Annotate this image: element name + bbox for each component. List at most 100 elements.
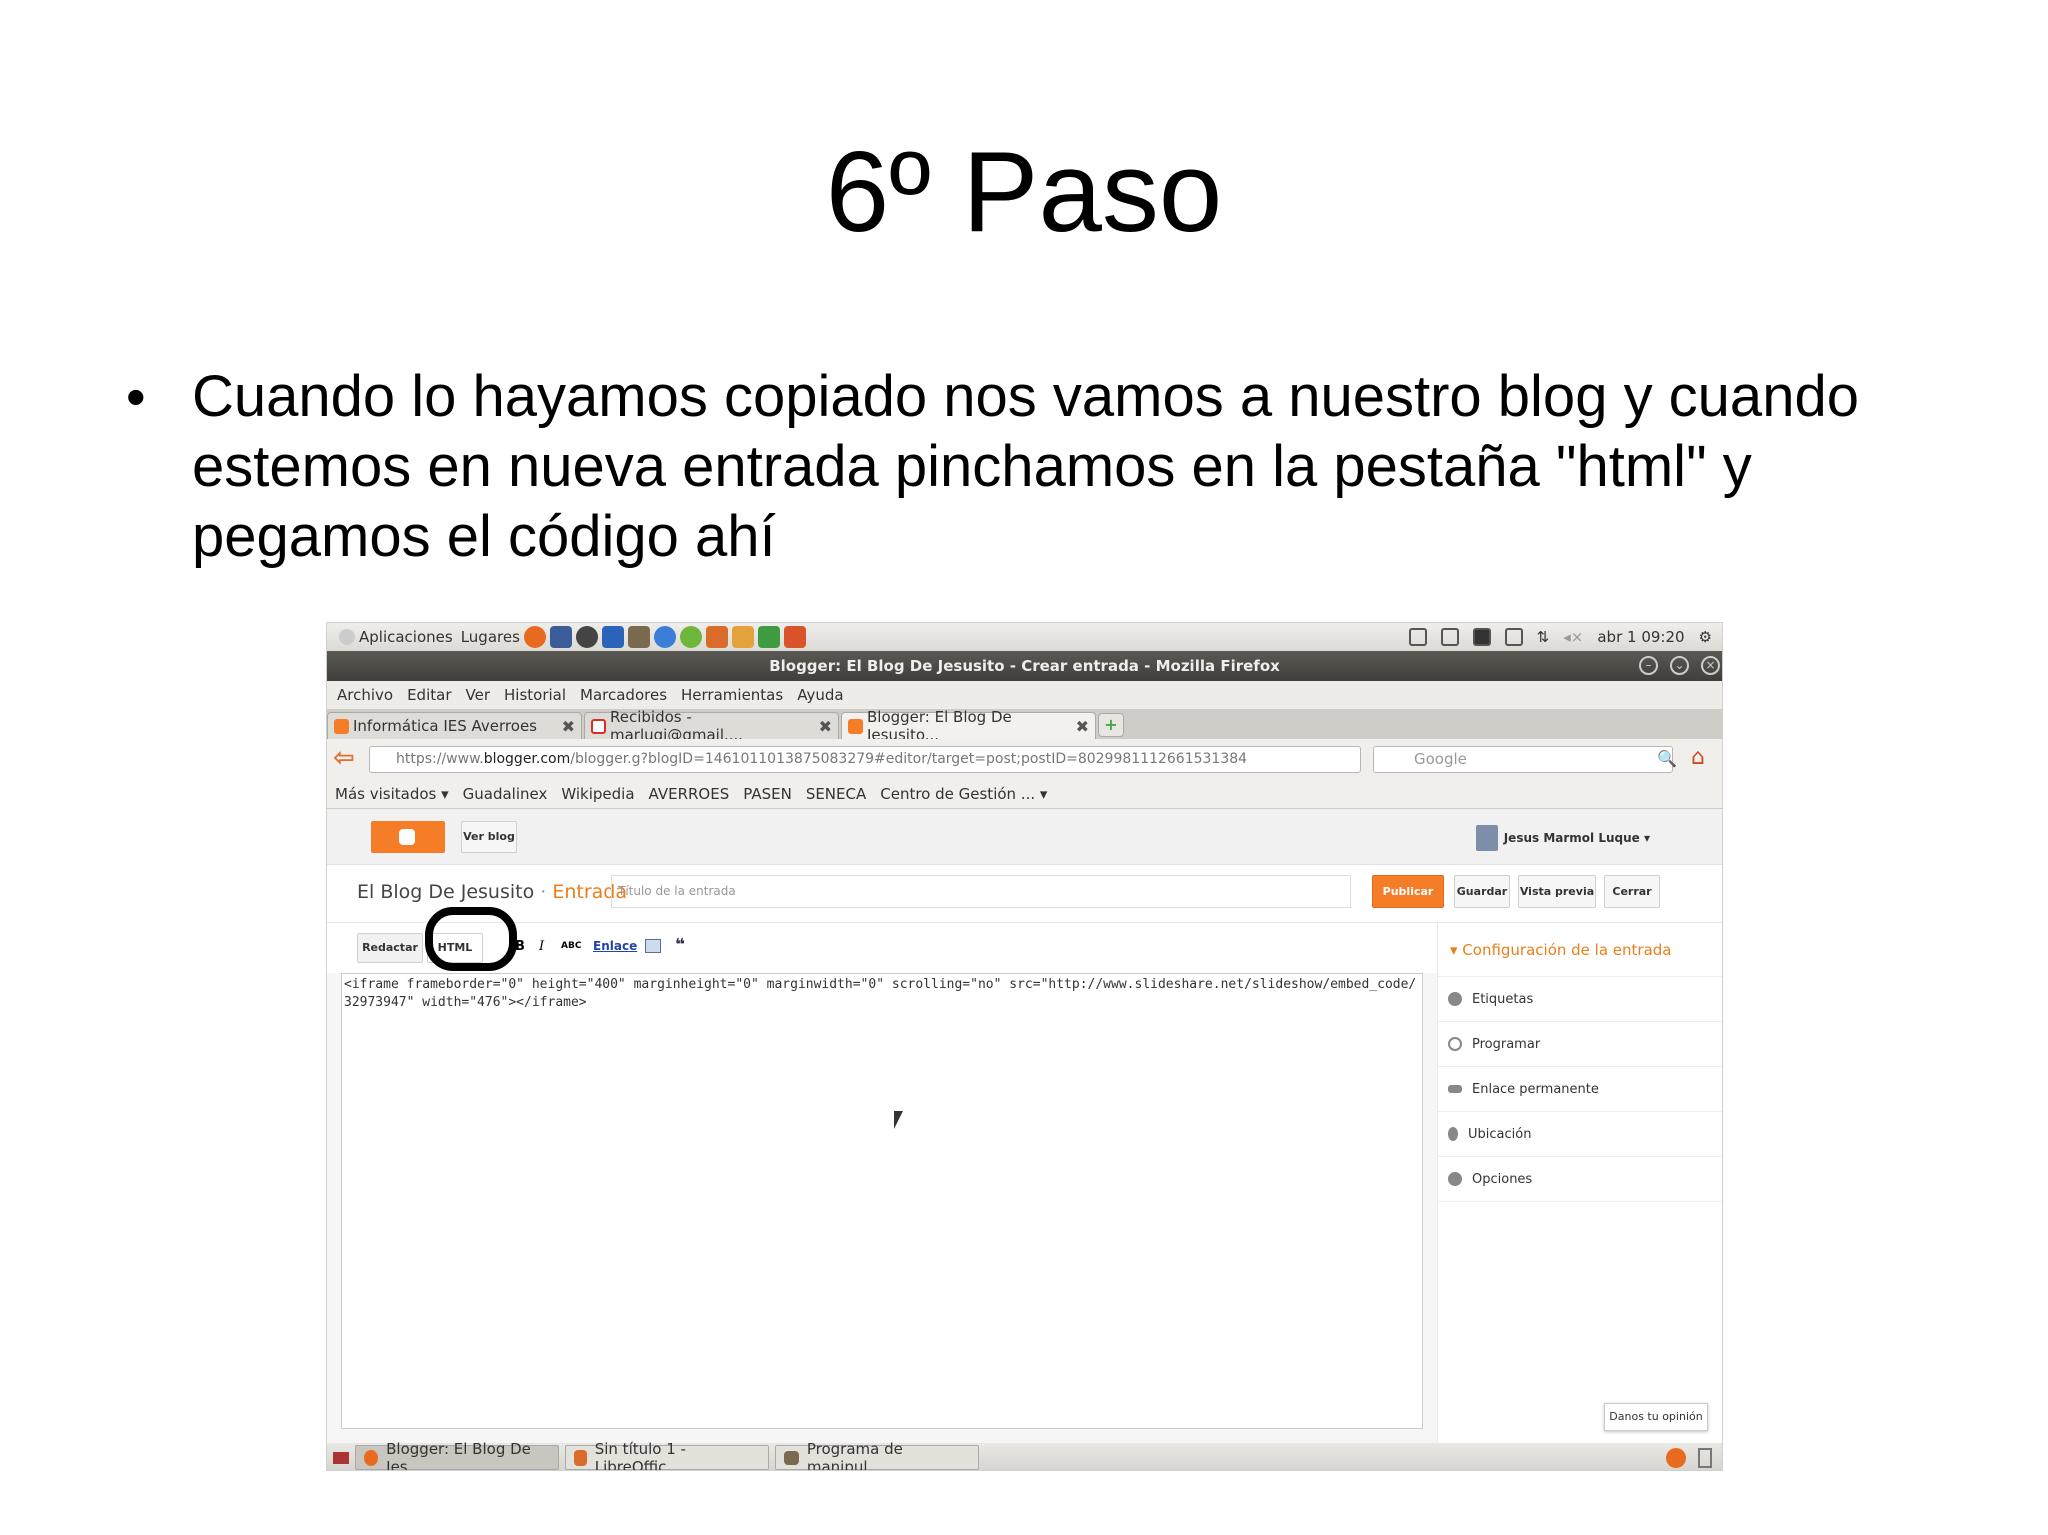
feedback-button[interactable]: Danos tu opinión xyxy=(1604,1403,1708,1431)
tab-gmail[interactable]: Recibidos - marluqj@gmail.... ✖ xyxy=(584,708,839,744)
post-settings-heading[interactable]: ▾ Configuración de la entrada xyxy=(1438,923,1722,977)
new-tab-button[interactable]: + xyxy=(1098,713,1124,737)
menu-herramientas[interactable]: Herramientas xyxy=(681,686,783,704)
task-gimp[interactable]: Programa de manipul... xyxy=(775,1440,979,1470)
view-blog-button[interactable]: Ver blog xyxy=(461,821,517,853)
camera-icon[interactable] xyxy=(575,626,598,648)
battery-icon[interactable] xyxy=(1408,628,1427,646)
mail-icon[interactable] xyxy=(1504,628,1523,646)
firefox-icon[interactable] xyxy=(523,626,546,648)
bookmark-centro-gestion[interactable]: Centro de Gestión ... ▾ xyxy=(880,785,1047,803)
close-tab-icon[interactable]: ✖ xyxy=(819,717,832,736)
publish-button[interactable]: Publicar xyxy=(1372,875,1444,908)
impress-icon xyxy=(574,1449,587,1466)
blogger-favicon-icon xyxy=(848,718,863,734)
show-desktop-icon[interactable] xyxy=(333,1451,349,1464)
minimize-icon[interactable]: – xyxy=(1639,656,1658,675)
italic-button[interactable]: I xyxy=(539,939,544,954)
spellcheck-button[interactable]: ABC xyxy=(561,941,581,951)
window-title: Blogger: El Blog De Jesusito - Crear ent… xyxy=(327,651,1722,681)
network-icon[interactable] xyxy=(679,626,702,648)
highlight-circle xyxy=(425,907,517,971)
bookmark-mas-visitados[interactable]: Más visitados ▾ xyxy=(335,785,449,803)
people-icon[interactable] xyxy=(1440,628,1459,646)
user-menu[interactable]: Jesus Marmol Luque ▾ xyxy=(1475,825,1650,851)
search-icon[interactable]: 🔍 xyxy=(1657,749,1677,768)
bookmark-averroes[interactable]: AVERROES xyxy=(649,785,730,803)
close-window-icon[interactable]: × xyxy=(1701,656,1720,675)
sidebar-item-schedule[interactable]: Programar xyxy=(1438,1022,1722,1067)
close-button[interactable]: Cerrar xyxy=(1604,875,1660,908)
bookmark-seneca[interactable]: SENECA xyxy=(806,785,866,803)
tab-blogger[interactable]: Blogger: El Blog De Jesusito... ✖ xyxy=(841,708,1096,744)
browser-screenshot: Aplicaciones Lugares ⇅ ◂× abr 1 09:20 ⚙ … xyxy=(326,622,1723,1471)
sidebar-item-permalink[interactable]: Enlace permanente xyxy=(1438,1067,1722,1112)
menu-historial[interactable]: Historial xyxy=(504,686,566,704)
folder-icon[interactable] xyxy=(731,626,754,648)
editor-header: El Blog De Jesusito · Entrada Título de … xyxy=(327,865,1722,923)
presentation-icon[interactable] xyxy=(783,626,806,648)
html-code-editor[interactable]: <iframe frameborder="0" height="400" mar… xyxy=(341,973,1423,1429)
impress-icon[interactable] xyxy=(705,626,728,648)
close-tab-icon[interactable]: ✖ xyxy=(562,717,575,736)
settings-gear-icon[interactable]: ⚙ xyxy=(1699,628,1712,646)
trash-icon[interactable] xyxy=(1698,1447,1712,1468)
sidebar-item-options[interactable]: Opciones xyxy=(1438,1157,1722,1202)
sidebar-item-labels[interactable]: Etiquetas xyxy=(1438,977,1722,1022)
gimp-icon xyxy=(784,1450,799,1465)
sidebar-item-location[interactable]: Ubicación xyxy=(1438,1112,1722,1157)
navigation-bar: ⇦ https://www.blogger.com/blogger.g?blog… xyxy=(327,739,1722,779)
check-icon[interactable] xyxy=(1472,628,1491,646)
link-icon xyxy=(1448,1085,1462,1093)
network-arrows-icon[interactable]: ⇅ xyxy=(1537,628,1550,646)
bookmarks-bar: Más visitados ▾ Guadalinex Wikipedia AVE… xyxy=(327,779,1722,809)
bullet-text: Cuando lo hayamos copiado nos vamos a nu… xyxy=(192,364,1859,569)
top-panel: Aplicaciones Lugares ⇅ ◂× abr 1 09:20 ⚙ xyxy=(327,623,1722,651)
tray-firefox-icon[interactable] xyxy=(1666,1447,1686,1468)
menu-bar: Archivo Editar Ver Historial Marcadores … xyxy=(327,681,1722,709)
bookmark-guadalinex[interactable]: Guadalinex xyxy=(463,785,548,803)
url-bar[interactable]: https://www.blogger.com/blogger.g?blogID… xyxy=(369,746,1361,773)
tab-informatica[interactable]: Informática IES Averroes ✖ xyxy=(327,712,582,739)
document-icon[interactable] xyxy=(601,626,624,648)
quote-button[interactable]: ❝ xyxy=(675,935,685,955)
task-libreoffice[interactable]: Sin título 1 - LibreOffic... xyxy=(565,1440,769,1470)
menu-editar[interactable]: Editar xyxy=(407,686,451,704)
maximize-icon[interactable]: ⌄ xyxy=(1670,656,1689,675)
close-tab-icon[interactable]: ✖ xyxy=(1076,717,1089,736)
search-input[interactable]: Google xyxy=(1373,746,1673,773)
clock[interactable]: abr 1 09:20 xyxy=(1597,628,1684,646)
home-icon[interactable]: ⌂ xyxy=(1691,745,1705,770)
link-button[interactable]: Enlace xyxy=(593,939,637,953)
globe-icon[interactable] xyxy=(653,626,676,648)
applications-menu[interactable]: Aplicaciones xyxy=(335,628,453,646)
blogger-favicon-icon xyxy=(334,718,349,734)
location-pin-icon xyxy=(1448,1127,1458,1141)
menu-marcadores[interactable]: Marcadores xyxy=(580,686,667,704)
gmail-favicon-icon xyxy=(591,718,606,734)
bookmark-wikipedia[interactable]: Wikipedia xyxy=(561,785,634,803)
places-menu[interactable]: Lugares xyxy=(461,628,520,646)
firefox-icon xyxy=(364,1449,379,1466)
calc-icon[interactable] xyxy=(757,626,780,648)
volume-muted-icon[interactable]: ◂× xyxy=(1563,628,1583,646)
gimp-icon[interactable] xyxy=(627,626,650,648)
menu-ver[interactable]: Ver xyxy=(466,686,491,704)
menu-archivo[interactable]: Archivo xyxy=(337,686,393,704)
editor-icon[interactable] xyxy=(549,626,572,648)
image-icon[interactable] xyxy=(645,939,661,953)
post-title-input[interactable]: Título de la entrada xyxy=(611,875,1351,908)
blogger-logo-button[interactable] xyxy=(371,821,445,853)
menu-ayuda[interactable]: Ayuda xyxy=(797,686,843,704)
taskbar: Blogger: El Blog De Jes... Sin título 1 … xyxy=(327,1440,1722,1470)
task-firefox[interactable]: Blogger: El Blog De Jes... xyxy=(355,1440,559,1470)
blogger-header: Ver blog Jesus Marmol Luque ▾ xyxy=(327,809,1722,865)
preview-button[interactable]: Vista previa xyxy=(1518,875,1596,908)
bookmark-pasen[interactable]: PASEN xyxy=(743,785,792,803)
tag-icon xyxy=(1448,992,1462,1006)
back-arrow-icon[interactable]: ⇦ xyxy=(333,745,359,771)
compose-tab[interactable]: Redactar xyxy=(357,933,423,963)
save-button[interactable]: Guardar xyxy=(1454,875,1510,908)
bullet-point: • Cuando lo hayamos copiado nos vamos a … xyxy=(120,362,1920,572)
clock-icon xyxy=(1448,1037,1462,1051)
